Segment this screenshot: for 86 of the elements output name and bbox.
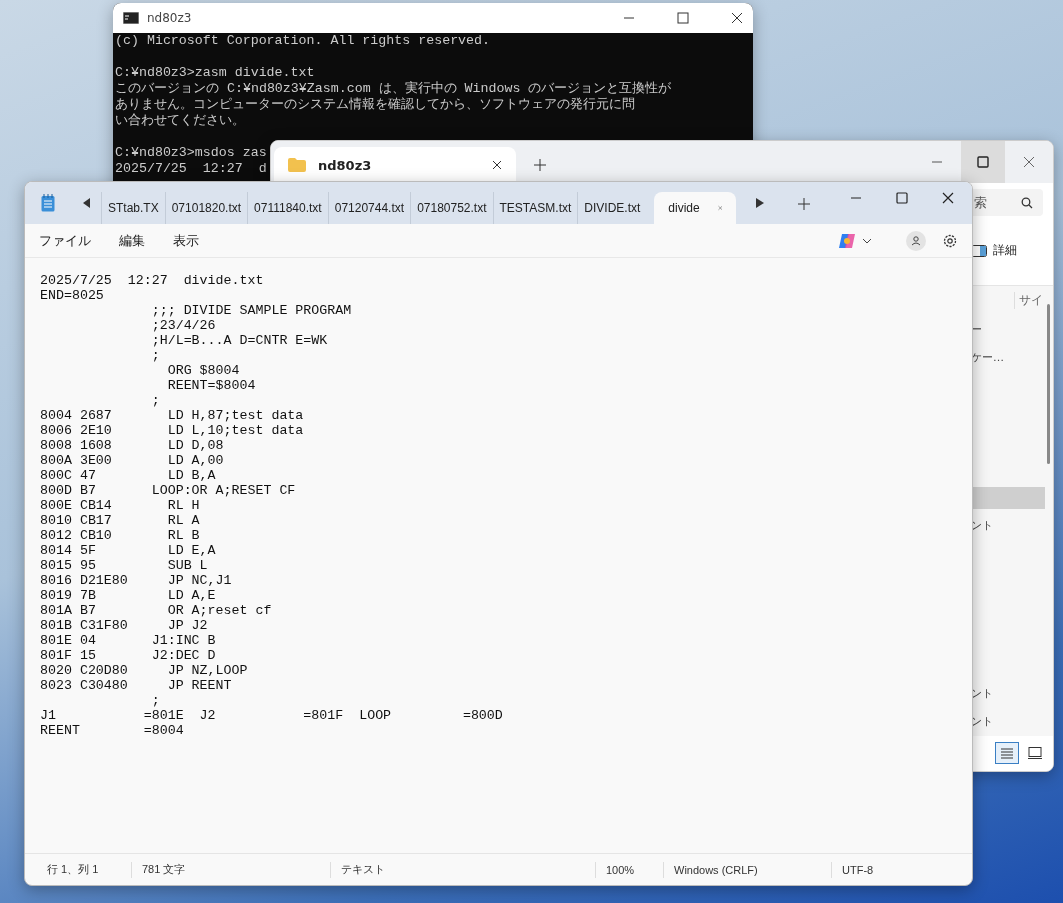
details-pane-icon — [971, 244, 987, 257]
file-tab[interactable]: TESTASM.txt — [492, 192, 578, 224]
text-line: ; — [150, 393, 160, 408]
maximize-icon[interactable] — [896, 192, 908, 204]
text-line: 800E CB14 RL H — [40, 498, 200, 513]
text-line: 801E 04 J1:INC B — [40, 633, 216, 648]
scroll-right-icon[interactable] — [756, 198, 765, 208]
text-line: 801A B7 OR A;reset cf — [40, 603, 272, 618]
search-field[interactable]: 索 — [972, 189, 1043, 217]
new-tab-icon[interactable] — [798, 198, 811, 210]
text-line: J1 =801E J2 =801F LOOP =800D — [40, 708, 503, 723]
console-text: (c) Microsoft Corporation. All rights reserved. — [115, 33, 491, 48]
folder-tab[interactable]: nd80z3 — [274, 147, 516, 183]
console-text: い合わせてください。 — [115, 113, 245, 128]
file-tab[interactable]: STtab.TX — [101, 192, 165, 224]
text-line: 800D B7 LOOP:OR A;RESET CF — [40, 483, 296, 498]
column-header[interactable]: サイ — [1014, 292, 1043, 310]
scroll-left-icon[interactable] — [83, 198, 91, 208]
tile-icon — [1028, 747, 1042, 760]
copilot-icon[interactable] — [838, 231, 856, 250]
text-line: 8019 7B LD A,E — [40, 588, 216, 603]
text-line: ;23/4/26 — [150, 318, 216, 333]
maximize-icon[interactable] — [977, 156, 989, 168]
notepad-icon — [41, 194, 55, 212]
status-item: Windows (CRLF) — [663, 861, 831, 878]
status-item: 100% — [595, 861, 663, 878]
file-tab[interactable]: 07111840.txt — [247, 192, 328, 224]
file-name[interactable]: ント — [971, 714, 993, 730]
list-icon — [1000, 747, 1014, 760]
text-line: REENT=$8004 — [166, 378, 256, 393]
close-icon[interactable] — [942, 192, 954, 204]
profile-icon[interactable] — [906, 230, 926, 251]
text-line: 800A 3E00 LD A,00 — [40, 453, 224, 468]
search-icon — [1021, 197, 1033, 209]
file-tab[interactable]: DIVIDE.txt — [577, 192, 647, 224]
folder-icon — [288, 158, 306, 172]
close-icon[interactable] — [731, 12, 743, 24]
text-line: ;H/L=B...A D=CNTR E=WK — [150, 333, 328, 348]
text-line: 800C 47 LD B,A — [40, 468, 216, 483]
close-icon[interactable] — [492, 160, 502, 170]
file-tab[interactable]: 07180752.txt — [410, 192, 493, 224]
scrollbar-thumb[interactable] — [1047, 303, 1050, 464]
details-view-button[interactable] — [995, 742, 1019, 765]
text-line: ; — [150, 348, 160, 363]
console-text: C:¥nd80z3>msdos zas — [115, 145, 267, 160]
text-line: REENT =8004 — [40, 723, 184, 738]
menu-item[interactable]: 編集 — [119, 231, 145, 250]
new-tab-icon[interactable] — [534, 159, 546, 171]
text-line: 8014 5F LD E,A — [40, 543, 216, 558]
console-text: C:¥nd80z3>zasm divide.txt — [115, 65, 315, 80]
text-line: 8010 CB17 RL A — [40, 513, 200, 528]
menu-item[interactable]: 表示 — [173, 231, 199, 250]
menu-item[interactable]: ファイル — [39, 231, 91, 250]
text-line: 801B C31F80 JP J2 — [40, 618, 208, 633]
file-name[interactable]: ント — [971, 518, 993, 534]
console-text: ありません。コンピューターのシステム情報を確認してから、ソフトウェアの発行元に問 — [115, 97, 635, 112]
file-tab[interactable]: 07101820.txt — [164, 192, 248, 224]
text-line: ; — [150, 693, 160, 708]
status-item: 781 文字 — [131, 861, 330, 878]
console-text: このバージョンの C:¥nd80z3¥Zasm.com は、実行中の Windows のバージョンと互換性が — [115, 81, 672, 96]
text-line: ;;; DIVIDE SAMPLE PROGRAM — [150, 303, 352, 318]
settings-icon[interactable] — [942, 232, 958, 249]
status-item: 行 1、列 1 — [46, 862, 100, 877]
chevron-down-icon[interactable] — [862, 237, 872, 244]
text-line: END=8025 — [40, 288, 104, 303]
text-line: 8023 C30480 JP REENT — [40, 678, 232, 693]
text-line: 8020 C20D80 JP NZ,LOOP — [40, 663, 248, 678]
file-tab[interactable]: 07120744.txt — [327, 192, 411, 224]
text-line: 8004 2687 LD H,87;test data — [40, 408, 304, 423]
text-line: 801F 15 J2:DEC D — [40, 648, 216, 663]
status-item: UTF-8 — [831, 861, 922, 878]
text-line: 8015 95 SUB L — [40, 558, 208, 573]
console-text: 2025/7/25 12:27 d — [115, 161, 267, 176]
text-line: 2025/7/25 12:27 divide.txt — [40, 273, 264, 288]
file-name[interactable]: ント — [971, 686, 993, 702]
console-icon — [123, 12, 139, 24]
text-line: 8006 2E10 LD L,10;test data — [40, 423, 304, 438]
window-title: nd80z3 — [147, 11, 192, 25]
text-line: 8016 D21E80 JP NC,J1 — [40, 573, 232, 588]
text-line: 8012 CB10 RL B — [40, 528, 200, 543]
text-line: ORG $8004 — [166, 363, 240, 378]
file-tab[interactable]: divide — [654, 192, 737, 224]
status-item: テキスト — [330, 861, 595, 878]
maximize-icon[interactable] — [677, 12, 689, 24]
details-button[interactable]: 詳細 — [971, 238, 1017, 264]
text-line: 8008 1608 LD D,08 — [40, 438, 224, 453]
